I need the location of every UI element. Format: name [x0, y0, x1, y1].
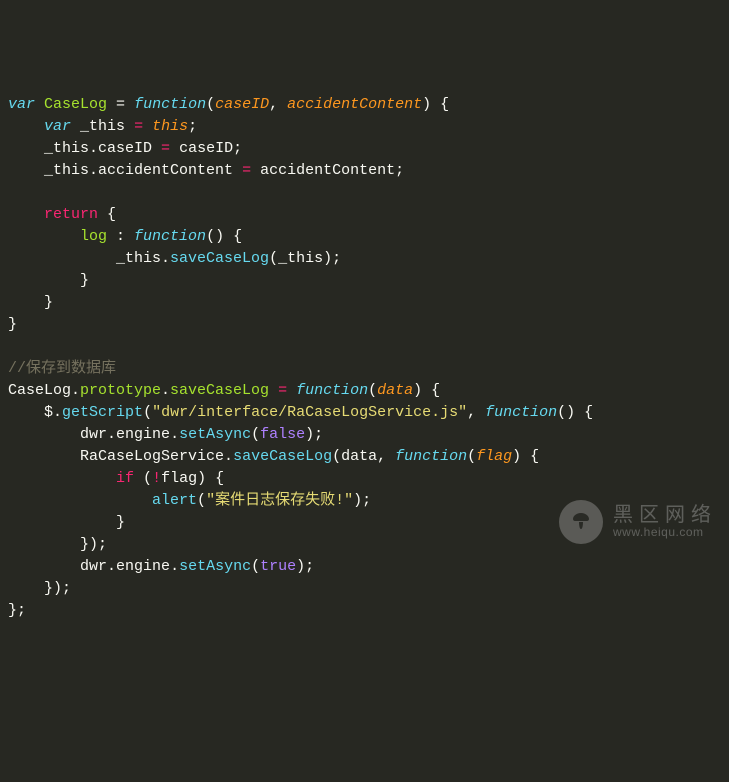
call-setAsync: setAsync	[179, 426, 251, 443]
param-accidentContent: accidentContent	[287, 96, 422, 113]
literal-false: false	[260, 426, 305, 443]
call-alert: alert	[152, 492, 197, 509]
string-dwr-path: "dwr/interface/RaCaseLogService.js"	[152, 404, 467, 421]
ident-engine: engine	[116, 558, 170, 575]
ident-saveCaseLog: saveCaseLog	[170, 382, 269, 399]
literal-true: true	[260, 558, 296, 575]
ident-_this: _this	[44, 162, 89, 179]
keyword-function: function	[485, 404, 557, 421]
param-flag: flag	[476, 448, 512, 465]
op-assign: =	[107, 96, 134, 113]
ident-_this: _this	[44, 140, 89, 157]
prop-log: log	[80, 228, 107, 245]
ident-CaseLog: CaseLog	[44, 96, 107, 113]
string-fail-msg: "案件日志保存失败!"	[206, 492, 353, 509]
param-caseID: caseID	[215, 96, 269, 113]
keyword-var: var	[8, 96, 35, 113]
keyword-var: var	[44, 118, 71, 135]
keyword-function: function	[296, 382, 368, 399]
call-setAsync: setAsync	[179, 558, 251, 575]
keyword-function: function	[134, 228, 206, 245]
param-data: data	[377, 382, 413, 399]
keyword-this: this	[152, 118, 188, 135]
prop-prototype: prototype	[80, 382, 161, 399]
op-not: !	[152, 470, 161, 487]
comment-db: //保存到数据库	[8, 360, 116, 377]
call-getScript: getScript	[62, 404, 143, 421]
keyword-function: function	[395, 448, 467, 465]
ident-dwr: dwr	[80, 558, 107, 575]
keyword-function: function	[134, 96, 206, 113]
call-saveCaseLog: saveCaseLog	[233, 448, 332, 465]
ident-jquery: $	[44, 404, 53, 421]
keyword-return: return	[44, 206, 98, 223]
ident-_this: _this	[80, 118, 125, 135]
ident-dwr: dwr	[80, 426, 107, 443]
keyword-if: if	[116, 470, 134, 487]
ident-engine: engine	[116, 426, 170, 443]
ident-RaCaseLogService: RaCaseLogService	[80, 448, 224, 465]
code-block: var CaseLog = function(caseID, accidentC…	[0, 88, 729, 628]
call-saveCaseLog: saveCaseLog	[170, 250, 269, 267]
